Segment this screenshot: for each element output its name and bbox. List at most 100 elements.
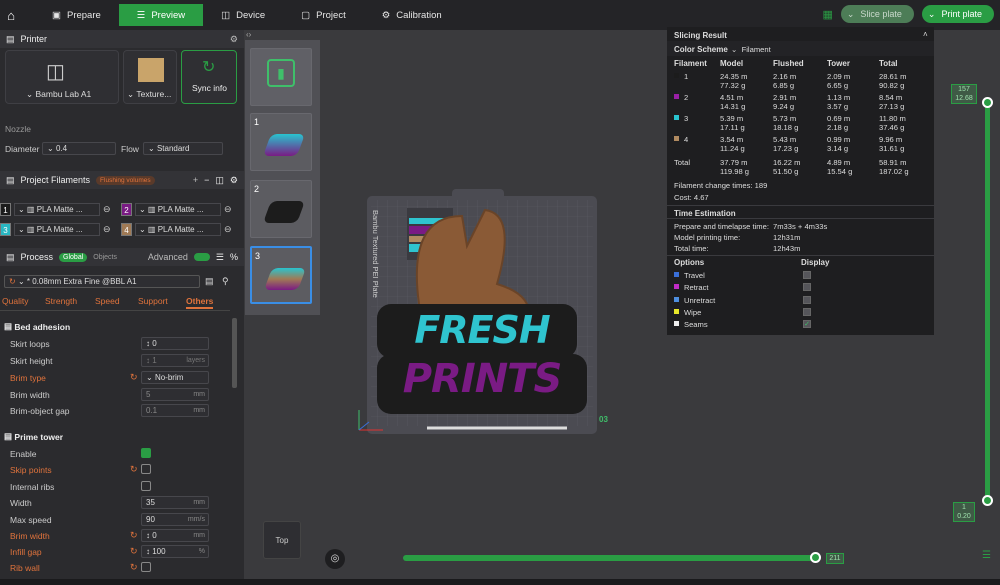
filament-slot[interactable]: 2 ⌄ ▥ PLA Matte ... ⊖ [121, 202, 239, 217]
plate-thumb-1[interactable]: 1 [250, 113, 312, 171]
move-slider[interactable] [403, 555, 817, 561]
skirt-loops-input[interactable]: ↕ 0 [141, 337, 209, 350]
process-tab-support[interactable]: Support [138, 296, 168, 306]
tab-project[interactable]: ▢ Project [283, 4, 364, 26]
reset-icon[interactable]: ↻ [130, 464, 138, 475]
plate-overview-thumb[interactable]: ▮ [250, 48, 312, 106]
scrollbar[interactable] [232, 318, 237, 388]
global-toggle[interactable]: Global [59, 252, 88, 262]
tower-brim-width-input[interactable]: ↕ 0 mm [141, 529, 209, 542]
slice-all-icon: ▮ [267, 59, 295, 87]
skirt-height-input[interactable]: ↕ 1 layers [141, 354, 209, 367]
search-icon[interactable]: ⚲ [222, 276, 229, 287]
change-times-value: 189 [754, 181, 768, 190]
print-plate-button[interactable]: ⌄ Print plate [921, 5, 994, 23]
width-input[interactable]: 35 mm [141, 496, 209, 509]
layer-slider-top-handle[interactable] [982, 97, 993, 108]
brim-gap-input[interactable]: 0.1 mm [141, 404, 209, 417]
save-icon[interactable]: ▤ [205, 276, 214, 287]
process-tab-others[interactable]: Others [186, 296, 214, 309]
process-profile-select[interactable]: ↻ ⌄ * 0.08mm Extra Fine @BBL A1 [4, 275, 200, 288]
display-checkbox[interactable]: ✓ [803, 320, 811, 329]
color-scheme-select[interactable]: ⌄ Filament [731, 45, 771, 54]
printer-selector[interactable]: ◫ ⌄ Bambu Lab A1 [5, 50, 119, 104]
skip-points-checkbox[interactable] [141, 464, 151, 474]
filament-sync-icon[interactable]: ◫ [215, 175, 224, 186]
internal-ribs-checkbox[interactable] [141, 481, 151, 491]
diameter-select[interactable]: ⌄ 0.4 [42, 142, 116, 155]
filament-color-swatch [674, 115, 679, 120]
table-cell: 11.24 g [720, 144, 745, 153]
taskbar-strip [0, 579, 1000, 585]
build-plate[interactable]: FRESH PRINTS Bambu Textured PEI Plate [367, 196, 597, 434]
display-checkbox[interactable] [803, 295, 811, 304]
remove-filament-icon[interactable]: ⊖ [103, 204, 111, 215]
tab-calibration[interactable]: ⚙ Calibration [364, 4, 460, 26]
move-slider-handle[interactable] [810, 552, 821, 563]
filament-number-badge[interactable]: 3 [0, 223, 11, 236]
remove-filament-icon[interactable]: ⊖ [224, 224, 232, 235]
tab-preview[interactable]: ☰ Preview [118, 4, 204, 26]
enable-checkbox[interactable] [141, 448, 151, 458]
plate-thumb-2[interactable]: 2 [250, 180, 312, 238]
layer-slider-bottom-handle[interactable] [982, 495, 993, 506]
filament-slot[interactable]: 1 ⌄ ▥ PLA Matte ... ⊖ [0, 202, 118, 217]
layers-icon[interactable]: ☰ [982, 550, 991, 561]
flow-select[interactable]: ⌄ Standard [143, 142, 223, 155]
filament-number-badge[interactable]: 4 [121, 223, 132, 236]
list-icon[interactable]: ☰ [216, 252, 224, 263]
plate-thumb-3[interactable]: 3 [250, 246, 312, 304]
filament-number-badge[interactable]: 1 [0, 203, 11, 216]
display-checkbox[interactable] [803, 307, 811, 316]
home-icon[interactable]: ⌂ [0, 8, 22, 23]
brim-width-input[interactable]: 5 mm [141, 388, 209, 401]
rib-wall-checkbox[interactable] [141, 562, 151, 572]
filament-slot[interactable]: 3 ⌄ ▥ PLA Matte ... ⊖ [0, 222, 118, 237]
sync-info-button[interactable]: ↻ Sync info [181, 50, 237, 104]
table-header: Tower [827, 59, 850, 68]
reset-icon[interactable]: ↻ [130, 546, 138, 557]
collapse-sidebar-icon[interactable]: ‹› [246, 30, 251, 39]
collapse-icon[interactable]: ˄ [923, 30, 928, 39]
advanced-label: Advanced [147, 252, 188, 262]
process-tab-strength[interactable]: Strength [45, 296, 77, 306]
layer-slider[interactable] [985, 100, 990, 500]
max-speed-input[interactable]: 90 mm/s [141, 513, 209, 526]
reset-icon[interactable]: ↻ [130, 372, 138, 383]
filament-select[interactable]: ⌄ ▥ PLA Matte ... [135, 223, 221, 236]
plate-icon[interactable]: ▦ [822, 8, 832, 21]
slice-plate-button[interactable]: ⌄ Slice plate [840, 5, 914, 23]
tab-prepare[interactable]: ▣ Prepare [34, 4, 119, 26]
filament-select[interactable]: ⌄ ▥ PLA Matte ... [14, 223, 100, 236]
infill-gap-input[interactable]: ↕ 100% [141, 545, 209, 558]
add-icon[interactable]: + [193, 175, 198, 185]
remove-filament-icon[interactable]: ⊖ [103, 224, 111, 235]
remove-icon[interactable]: − [204, 175, 209, 185]
table-cell: 2.16 m [773, 72, 797, 81]
brim-type-select[interactable]: ⌄ No-brim [141, 371, 209, 384]
display-checkbox[interactable] [803, 271, 811, 279]
filament-slot[interactable]: 4 ⌄ ▥ PLA Matte ... ⊖ [121, 222, 239, 237]
remove-filament-icon[interactable]: ⊖ [224, 204, 232, 215]
table-cell: 58.91 m [879, 158, 907, 167]
tab-device[interactable]: ◫ Device [203, 4, 283, 26]
settings-icon[interactable]: ⚙ [230, 175, 238, 186]
advanced-switch[interactable] [193, 253, 210, 261]
process-tab-speed[interactable]: Speed [95, 296, 120, 306]
objects-toggle[interactable]: Objects [93, 254, 117, 261]
filament-select[interactable]: ⌄ ▥ PLA Matte ... [14, 203, 100, 216]
plate-type-selector[interactable]: ⌄ Texture... [123, 50, 177, 104]
reset-icon[interactable]: ↻ [130, 562, 138, 573]
sync-icon: ↻ [202, 59, 216, 76]
display-checkbox[interactable] [803, 283, 811, 292]
process-tab-quality[interactable]: Quality [2, 296, 28, 306]
table-cell: 8.54 m [879, 93, 903, 102]
compare-icon[interactable]: % [230, 252, 238, 262]
view-cube-top[interactable]: Top [263, 521, 301, 559]
camera-icon[interactable]: ◎ [325, 549, 345, 569]
reset-icon[interactable]: ↻ [130, 530, 138, 541]
filament-select[interactable]: ⌄ ▥ PLA Matte ... [135, 203, 221, 216]
flushing-volumes-button[interactable]: Flushing volumes [96, 175, 155, 185]
filament-number-badge[interactable]: 2 [121, 203, 132, 216]
settings-icon[interactable]: ⚙ [230, 34, 238, 45]
